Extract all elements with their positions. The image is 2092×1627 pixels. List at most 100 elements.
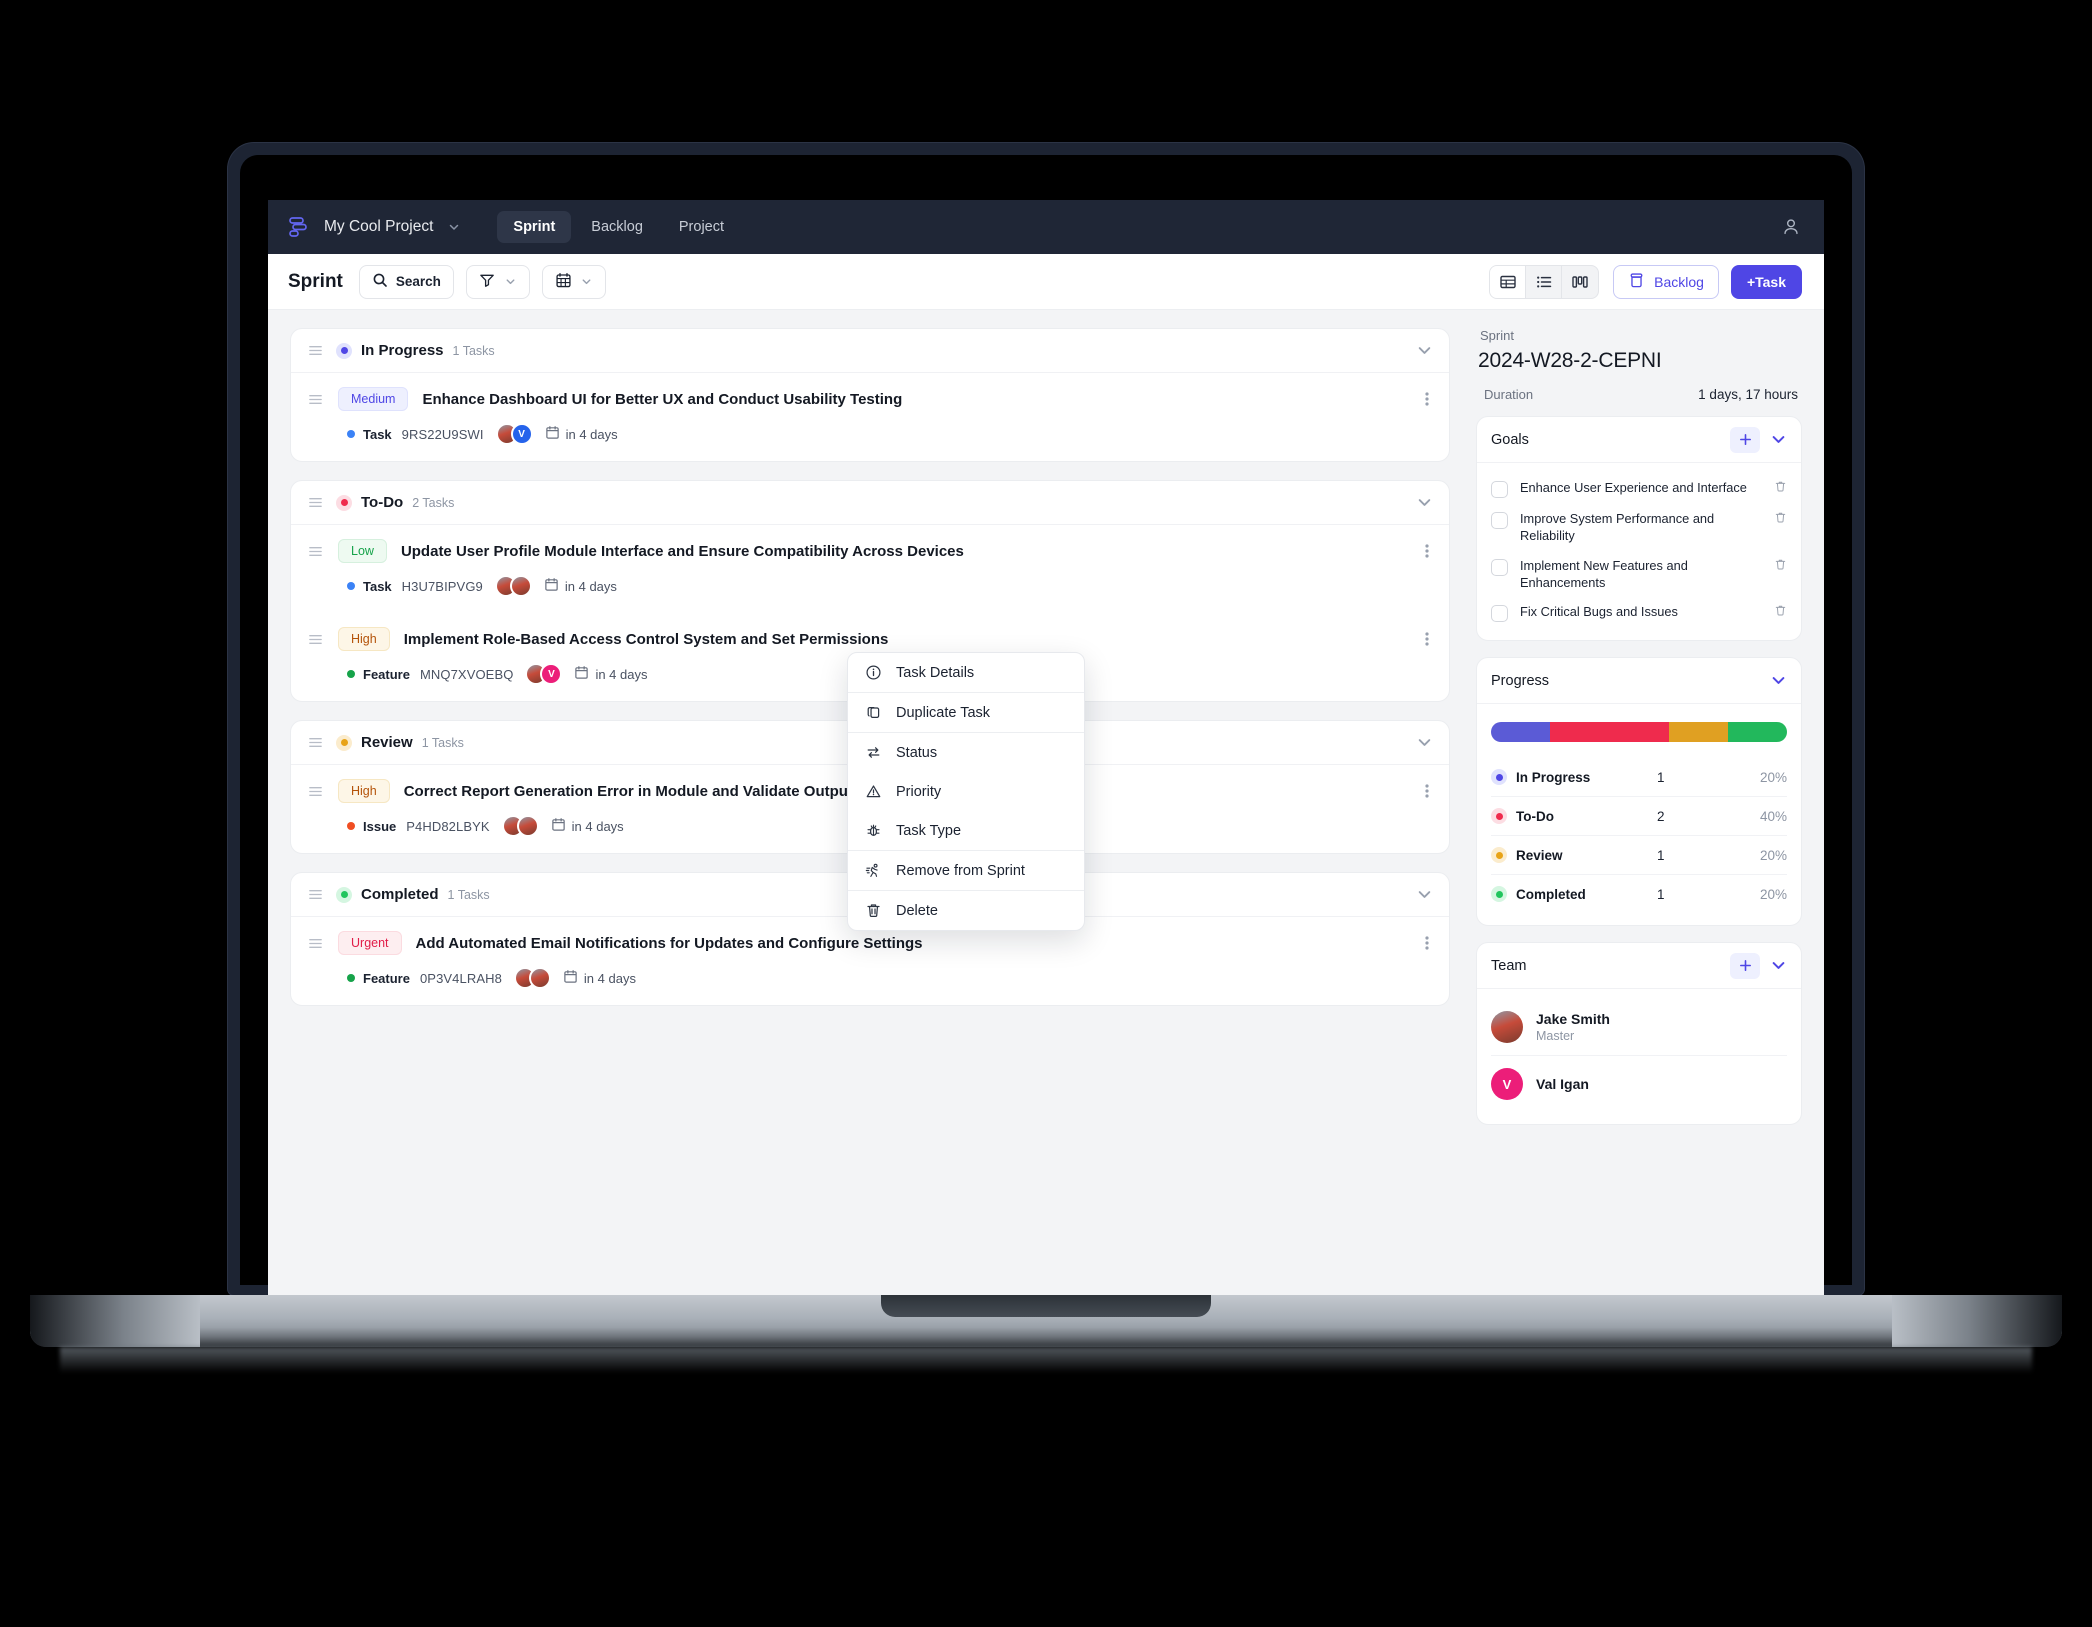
tab-project[interactable]: Project: [663, 211, 740, 243]
assignee-avatars[interactable]: V: [525, 663, 563, 685]
assignee-avatars[interactable]: [513, 967, 551, 989]
avatar: [1491, 1011, 1523, 1044]
drag-handle-icon[interactable]: [307, 734, 324, 751]
task-menu-button[interactable]: [1421, 627, 1433, 651]
progress-row: In Progress 1 20%: [1491, 758, 1787, 798]
chevron-down-icon[interactable]: [1416, 342, 1433, 359]
task-title[interactable]: Enhance Dashboard UI for Better UX and C…: [422, 391, 902, 408]
goal-checkbox[interactable]: [1491, 558, 1508, 576]
list-item[interactable]: Improve System Performance and Reliabili…: [1491, 504, 1787, 551]
group-task-count: 1 Tasks: [421, 735, 464, 750]
menu-item-priority[interactable]: Priority: [848, 772, 1084, 811]
drag-handle-icon[interactable]: [307, 543, 324, 560]
drag-handle-icon[interactable]: [307, 391, 324, 408]
group-header[interactable]: In Progress 1 Tasks: [291, 329, 1449, 373]
tab-backlog[interactable]: Backlog: [575, 211, 659, 243]
search-button[interactable]: Search: [358, 264, 454, 299]
task-title[interactable]: Implement Role-Based Access Control Syst…: [404, 631, 889, 648]
progress-segment-in-progress: [1491, 722, 1551, 743]
menu-item-task-details[interactable]: Task Details: [848, 653, 1084, 692]
group-header[interactable]: To-Do 2 Tasks: [291, 481, 1449, 525]
task-title[interactable]: Add Automated Email Notifications for Up…: [416, 935, 923, 952]
task-row[interactable]: Low Update User Profile Module Interface…: [291, 525, 1449, 613]
team-list: Jake Smith Master V Val Igan: [1477, 989, 1801, 1124]
trash-icon[interactable]: [1774, 511, 1787, 524]
due-label: in 4 days: [565, 426, 618, 442]
goal-checkbox[interactable]: [1491, 481, 1508, 498]
chevron-down-icon[interactable]: [1770, 431, 1787, 448]
add-member-button[interactable]: [1730, 952, 1760, 979]
task-menu-button[interactable]: [1421, 539, 1433, 563]
drag-handle-icon[interactable]: [307, 342, 324, 359]
assignee-avatars[interactable]: [494, 575, 532, 597]
list-item[interactable]: Enhance User Experience and Interface: [1491, 473, 1787, 504]
avatar: [509, 575, 532, 597]
goal-checkbox[interactable]: [1491, 605, 1508, 623]
drag-handle-icon[interactable]: [307, 783, 324, 800]
task-menu-button[interactable]: [1421, 931, 1433, 955]
date-filter-button[interactable]: [541, 264, 606, 299]
list-view-icon[interactable]: [1526, 265, 1563, 298]
add-goal-button[interactable]: [1730, 426, 1760, 453]
priority-badge[interactable]: Low: [338, 539, 387, 563]
task-menu-button[interactable]: [1421, 387, 1433, 411]
backlog-label: Backlog: [1654, 273, 1704, 290]
sprint-name: 2024-W28-2-CEPNI: [1478, 349, 1662, 372]
chevron-down-icon[interactable]: [1770, 957, 1787, 974]
task-due-date: in 4 days: [545, 425, 618, 443]
drag-handle-icon[interactable]: [307, 935, 324, 952]
backlog-button[interactable]: Backlog: [1613, 264, 1719, 299]
task-type-dot: [347, 670, 355, 678]
menu-item-task-type[interactable]: Task Type: [848, 811, 1084, 850]
chevron-down-icon[interactable]: [1416, 494, 1433, 511]
table-view-icon[interactable]: [1490, 265, 1527, 298]
add-task-button[interactable]: +Task: [1730, 264, 1802, 299]
status-dot: [336, 494, 352, 511]
task-type-label: Task: [363, 578, 392, 594]
list-item[interactable]: Fix Critical Bugs and Issues: [1491, 597, 1787, 628]
progress-count: 2: [1657, 808, 1665, 824]
trash-icon[interactable]: [1774, 558, 1787, 571]
task-row[interactable]: Medium Enhance Dashboard UI for Better U…: [291, 373, 1449, 461]
menu-item-remove-from-sprint[interactable]: Remove from Sprint: [848, 851, 1084, 890]
goal-text: Fix Critical Bugs and Issues: [1520, 604, 1678, 620]
group-name: To-Do: [361, 494, 404, 511]
list-item[interactable]: Jake Smith Master: [1491, 999, 1787, 1057]
app-logo-icon[interactable]: [288, 216, 310, 238]
task-id: 9RS22U9SWI: [401, 426, 484, 442]
assignee-avatars[interactable]: [501, 815, 539, 837]
drag-handle-icon[interactable]: [307, 494, 324, 511]
task-id: MNQ7XVOEBQ: [419, 666, 514, 682]
group-task-count: 1 Tasks: [452, 343, 495, 358]
assignee-avatars[interactable]: V: [495, 423, 533, 445]
chevron-down-icon[interactable]: [1770, 672, 1787, 689]
list-item[interactable]: Implement New Features and Enhancements: [1491, 551, 1787, 598]
chevron-down-icon[interactable]: [1416, 886, 1433, 903]
priority-badge[interactable]: High: [338, 627, 390, 651]
user-icon[interactable]: [1780, 216, 1802, 238]
task-menu-button[interactable]: [1421, 779, 1433, 803]
chevron-down-icon[interactable]: [1416, 734, 1433, 751]
priority-badge[interactable]: High: [338, 779, 390, 803]
menu-item-duplicate-task[interactable]: Duplicate Task: [848, 693, 1084, 732]
trash-icon[interactable]: [1774, 480, 1787, 493]
list-item[interactable]: V Val Igan: [1491, 1056, 1787, 1112]
priority-badge[interactable]: Urgent: [338, 931, 402, 955]
menu-item-delete[interactable]: Delete: [848, 891, 1084, 930]
menu-item-status[interactable]: Status: [848, 733, 1084, 772]
project-name[interactable]: My Cool Project: [324, 218, 433, 236]
priority-badge[interactable]: Medium: [338, 387, 409, 411]
goal-checkbox[interactable]: [1491, 512, 1508, 529]
avatar: [528, 967, 551, 989]
board-view-icon[interactable]: [1562, 266, 1598, 298]
chevron-down-icon[interactable]: [447, 220, 461, 234]
bug-icon: [864, 822, 883, 839]
tab-sprint[interactable]: Sprint: [497, 211, 572, 243]
trash-icon[interactable]: [1774, 604, 1787, 617]
drag-handle-icon[interactable]: [307, 886, 324, 903]
drag-handle-icon[interactable]: [307, 631, 324, 648]
filter-button[interactable]: [465, 264, 530, 299]
task-title[interactable]: Update User Profile Module Interface and…: [401, 543, 964, 560]
goal-text: Enhance User Experience and Interface: [1520, 480, 1747, 495]
member-info: Val Igan: [1536, 1076, 1589, 1092]
